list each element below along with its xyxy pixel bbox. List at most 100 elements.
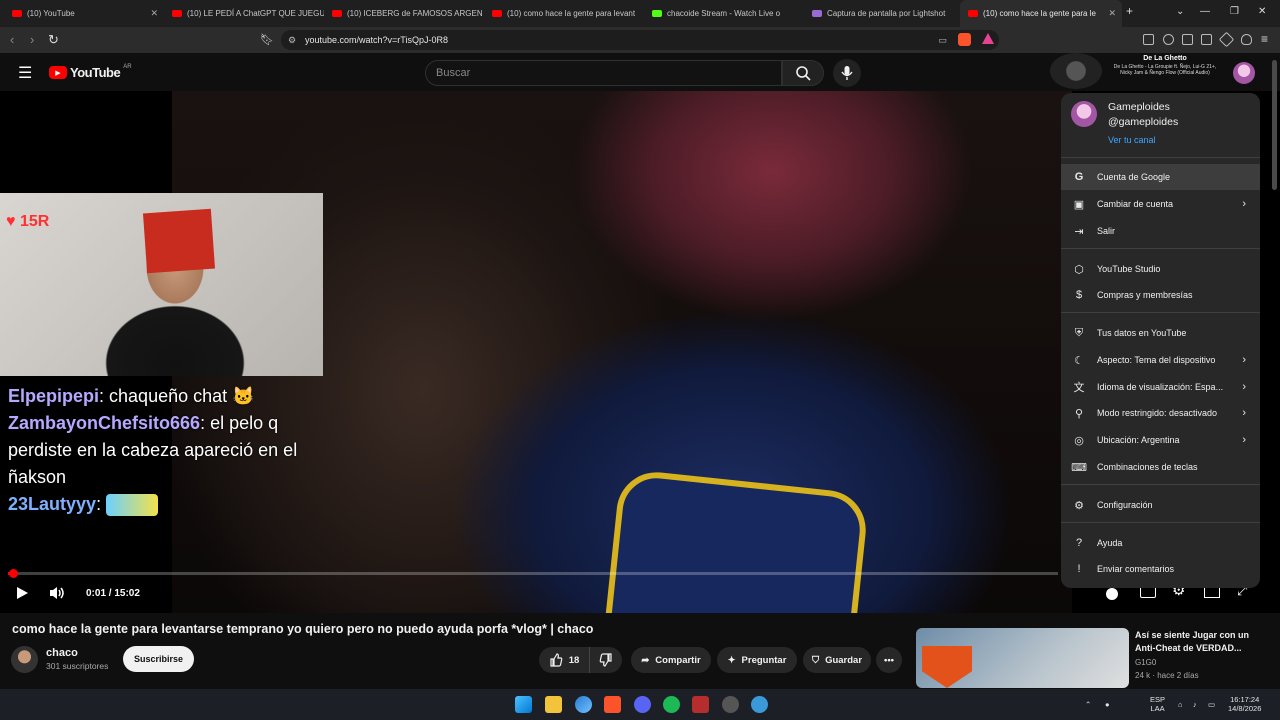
spotify-icon[interactable]: [663, 696, 680, 713]
leo-icon[interactable]: [1218, 31, 1235, 48]
suggestion-title[interactable]: Así se siente Jugar con un Anti-Cheat de…: [1135, 629, 1265, 655]
steam-icon[interactable]: [722, 696, 739, 713]
bookmark-icon[interactable]: 🔖︎: [260, 33, 274, 46]
maximize-icon[interactable]: ❐: [1230, 6, 1239, 17]
brave-taskbar-icon[interactable]: [604, 696, 621, 713]
search-input[interactable]: Buscar: [425, 60, 782, 86]
keyboard-language[interactable]: ESP LAA: [1150, 695, 1165, 713]
channel-avatar[interactable]: [11, 646, 38, 673]
menu-item-your-data[interactable]: ⛨ Tus datos en YouTube: [1061, 320, 1260, 346]
share-icon: ➦: [641, 654, 650, 666]
autoplay-toggle[interactable]: [1106, 588, 1118, 600]
menu-item-label: Enviar comentarios: [1097, 564, 1175, 574]
window-close-icon[interactable]: ✕: [1258, 6, 1266, 17]
ask-button[interactable]: ✦ Preguntar: [717, 647, 797, 673]
browser-tab[interactable]: (10) ICEBERG de FAMOSOS ARGEN: [324, 0, 484, 27]
menu-item-restricted-mode[interactable]: ⚲ Modo restringido: desactivado ›: [1061, 400, 1260, 426]
progress-bar[interactable]: [8, 569, 1058, 578]
menu-item-settings[interactable]: ⚙ Configuración: [1061, 492, 1260, 518]
start-icon[interactable]: [515, 696, 532, 713]
suggestion-channel[interactable]: G1G0: [1135, 658, 1156, 667]
menu-icon[interactable]: ≡: [1261, 32, 1268, 46]
brave-shields-icon[interactable]: [958, 33, 971, 46]
country-code: AR: [123, 63, 132, 70]
avatar-button[interactable]: [1233, 62, 1255, 84]
menu-item-location[interactable]: ◎ Ubicación: Argentina ›: [1061, 427, 1260, 453]
now-playing-title: De La Ghetto: [1143, 55, 1187, 62]
brave-rewards-icon[interactable]: [982, 33, 994, 44]
menu-item-purchases[interactable]: $ Compras y membresías: [1061, 282, 1260, 308]
volume-tray-icon[interactable]: ♪: [1193, 700, 1197, 709]
channel-name[interactable]: chaco: [46, 647, 78, 659]
volume-icon[interactable]: [48, 585, 66, 601]
play-icon[interactable]: [14, 585, 30, 601]
menu-item-feedback[interactable]: ! Enviar comentarios: [1061, 556, 1260, 582]
url-input[interactable]: ⚙ youtube.com/watch?v=rTisQpJ-0R8 ▭: [281, 30, 999, 50]
menu-item-switch-account[interactable]: ▣ Cambiar de cuenta ›: [1061, 191, 1260, 217]
browser-tab[interactable]: (10) como hace la gente para levant: [484, 0, 644, 27]
subscribe-button[interactable]: Suscribirse: [123, 646, 194, 672]
reload-icon[interactable]: ↻: [48, 32, 59, 48]
vpn-icon[interactable]: [1241, 34, 1252, 45]
chat-message: ZambayonChefsito666: el pelo q perdiste …: [8, 413, 298, 487]
bing-icon[interactable]: [575, 696, 592, 713]
menu-item-youtube-studio[interactable]: ⬡ YouTube Studio: [1061, 256, 1260, 282]
save-button[interactable]: ⛉ Guardar: [803, 647, 871, 673]
discord-icon[interactable]: [634, 696, 651, 713]
browser-tab[interactable]: Captura de pantalla por Lightshot: [804, 0, 960, 27]
like-button[interactable]: 18: [539, 647, 589, 673]
more-horizontal-icon: •••: [884, 654, 894, 666]
battery-icon[interactable]: ▭: [1208, 700, 1215, 709]
close-icon[interactable]: ✕: [1108, 8, 1116, 19]
now-playing-overlay: De La Ghetto De La Ghetto - La Groupie f…: [1110, 55, 1220, 76]
sidebar-icon[interactable]: [1182, 34, 1193, 45]
suggestion-thumbnail[interactable]: [916, 628, 1129, 688]
scrubber-handle[interactable]: [9, 569, 19, 578]
network-icon[interactable]: ⌂: [1178, 700, 1183, 709]
back-icon[interactable]: ‹: [10, 32, 14, 47]
hamburger-menu-icon[interactable]: ☰: [18, 63, 32, 83]
chat-username: 23Lautyyy: [8, 494, 97, 514]
browser-tab-active[interactable]: (10) como hace la gente para le ✕: [960, 0, 1122, 27]
menu-item-help[interactable]: ? Ayuda: [1061, 530, 1260, 556]
new-tab-button[interactable]: +: [1126, 4, 1133, 18]
sparkle-icon: ✦: [727, 654, 736, 666]
dislike-button[interactable]: [589, 647, 622, 673]
view-channel-link[interactable]: Ver tu canal: [1108, 135, 1156, 145]
menu-divider: [1061, 484, 1260, 485]
youtube-favicon-icon: [492, 10, 502, 17]
media-app-icon[interactable]: [692, 696, 709, 713]
browser-tab[interactable]: chacoide Stream - Watch Live o: [644, 0, 804, 27]
extensions-icon[interactable]: [1143, 34, 1154, 45]
tray-chevron-icon[interactable]: ⌃: [1085, 700, 1091, 709]
bookmark-save-icon: ⛉: [811, 654, 820, 666]
media-icon[interactable]: [1163, 34, 1174, 45]
site-info-icon[interactable]: ⚙: [288, 30, 296, 50]
menu-item-sign-out[interactable]: ⇥ Salir: [1061, 218, 1260, 244]
menu-item-keyboard-shortcuts[interactable]: ⌨ Combinaciones de teclas: [1061, 454, 1260, 480]
menu-item-google-account[interactable]: G Cuenta de Google: [1061, 164, 1260, 190]
voice-search-button[interactable]: [833, 59, 861, 87]
share-button[interactable]: ➦ Compartir: [631, 647, 711, 673]
close-icon[interactable]: ✕: [150, 8, 158, 19]
browser-tab[interactable]: (10) YouTube ✕: [4, 0, 164, 27]
menu-item-appearance[interactable]: ☾ Aspecto: Tema del dispositivo ›: [1061, 347, 1260, 373]
youtube-header: ☰ ▶ YouTube AR Buscar De La Ghetto De La…: [0, 53, 1280, 91]
forward-icon[interactable]: ›: [30, 32, 34, 47]
boca-crest-shape: [604, 468, 870, 613]
cast-icon[interactable]: ▭: [938, 30, 947, 50]
search-button[interactable]: [782, 60, 824, 86]
youtube-logo[interactable]: ▶ YouTube AR: [49, 63, 132, 80]
tray-app-icon[interactable]: ●: [1105, 700, 1110, 709]
clock[interactable]: 16:17:24 14/8/2026: [1228, 695, 1261, 713]
tab-title: (10) ICEBERG de FAMOSOS ARGEN: [347, 9, 483, 18]
file-explorer-icon[interactable]: [545, 696, 562, 713]
minimize-icon[interactable]: —: [1200, 6, 1210, 17]
menu-item-language[interactable]: 文 Idioma de visualización: Espa... ›: [1061, 374, 1260, 400]
tab-search-chevron-icon[interactable]: ⌄: [1176, 6, 1184, 17]
browser-tab[interactable]: (10) LE PEDÍ A ChatGPT QUE JUEGUE: [164, 0, 324, 27]
more-actions-button[interactable]: •••: [876, 647, 902, 673]
page-scrollbar[interactable]: [1272, 60, 1277, 190]
wallet-icon[interactable]: [1201, 34, 1212, 45]
refresh-app-icon[interactable]: [751, 696, 768, 713]
